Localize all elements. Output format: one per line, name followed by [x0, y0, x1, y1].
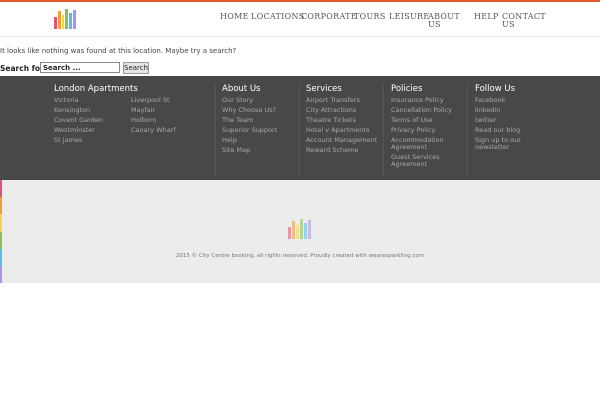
footer-link-our-story[interactable]: Our Story	[222, 97, 253, 104]
footer-link-superior-support[interactable]: Superior Support	[222, 127, 277, 134]
footer-link-account-management[interactable]: Account Management	[306, 137, 377, 144]
footer-link-canary-wharf[interactable]: Canary Wharf	[131, 127, 176, 134]
footer-link-the-team[interactable]: The Team	[222, 117, 253, 124]
footer-link-guest-services-agreement[interactable]: Guest Services Agreement	[391, 154, 451, 168]
footer-link-facebook[interactable]: Facebook	[475, 97, 506, 104]
search-button[interactable]: Search	[123, 62, 149, 74]
footer-divider	[383, 84, 384, 176]
nav-contact-us[interactable]: CONTACT US	[502, 13, 546, 29]
footer-link-newsletter[interactable]: Sign up to our newsletter	[475, 137, 533, 151]
footer-link-twitter[interactable]: twitter	[475, 117, 496, 124]
footer-logo	[288, 219, 312, 239]
footer-link-hotel-v-apartments[interactable]: Hotel v Apartments	[306, 127, 369, 134]
footer-link-why-choose-us[interactable]: Why Choose Us?	[222, 107, 276, 114]
footer-heading-about-us: About Us	[222, 84, 261, 94]
footer-link-theatre-tickets[interactable]: Theatre Tickets	[306, 117, 356, 124]
footer-link-accommodation-agreement[interactable]: Accommodation Agreement	[391, 137, 451, 151]
nav-home[interactable]: HOME	[220, 13, 249, 21]
search-input[interactable]	[40, 62, 120, 73]
footer-link-airport-transfers[interactable]: Airport Transfers	[306, 97, 360, 104]
nav-locations[interactable]: LOCATIONS	[251, 13, 305, 21]
footer-link-insurance-policy[interactable]: Insurance Policy	[391, 97, 444, 104]
footer-heading-follow-us: Follow Us	[475, 84, 516, 94]
footer-heading-policies: Policies	[391, 84, 423, 94]
footer-link-liverpool-st[interactable]: Liverpool St	[131, 97, 170, 104]
city-centre-booking-logo[interactable]	[54, 9, 76, 29]
footer-heading-london-apartments: London Apartments	[54, 84, 138, 94]
footer-link-kensington[interactable]: Kensington	[54, 107, 90, 114]
footer-link-victoria[interactable]: Victoria	[54, 97, 79, 104]
footer-link-read-our-blog[interactable]: Read our blog	[475, 127, 520, 134]
footer-link-reward-scheme[interactable]: Reward Scheme	[306, 147, 358, 154]
footer-link-cancellation-policy[interactable]: Cancellation Policy	[391, 107, 452, 114]
footer-column-services: Services Airport Transfers City Attracti…	[306, 84, 384, 176]
footer-link-site-map[interactable]: Site Map	[222, 147, 250, 154]
footer-column-about-us: About Us Our Story Why Choose Us? The Te…	[222, 84, 300, 176]
footer-link-terms-of-use[interactable]: Terms of Use	[391, 117, 433, 124]
footer-link-westminster[interactable]: Westminster	[54, 127, 95, 134]
footer-heading-services: Services	[306, 84, 342, 94]
footer-link-covent-garden[interactable]: Covent Garden	[54, 117, 103, 124]
footer-link-privacy-policy[interactable]: Privacy Policy	[391, 127, 435, 134]
footer-divider	[299, 84, 300, 176]
color-strip-decoration	[0, 180, 2, 284]
footer-column-london-apartments: London Apartments Victoria Kensington Co…	[54, 84, 214, 176]
footer-link-help[interactable]: Help	[222, 137, 237, 144]
footer-divider	[215, 84, 216, 176]
footer-divider	[467, 84, 468, 176]
nav-help[interactable]: HELP	[474, 13, 499, 21]
site-footer: London Apartments Victoria Kensington Co…	[0, 76, 600, 180]
footer-column-follow-us: Follow Us Facebook linkedin twitter Read…	[475, 84, 555, 176]
site-header: HOME LOCATIONS CORPORATE TOURS LEISURE A…	[0, 2, 600, 37]
copyright-text: 2015 © City Centre booking, all rights r…	[175, 253, 425, 259]
nav-about-us[interactable]: ABOUT US	[428, 13, 460, 29]
footer-link-linkedin[interactable]: linkedin	[475, 107, 500, 114]
nav-leisure[interactable]: LEISURE	[389, 13, 430, 21]
footer-column-policies: Policies Insurance Policy Cancellation P…	[391, 84, 463, 176]
footer-link-holborn[interactable]: Holborn	[131, 117, 156, 124]
footer-link-mayfair[interactable]: Mayfair	[131, 107, 155, 114]
nav-tours[interactable]: TOURS	[354, 13, 386, 21]
footer-link-city-attractions[interactable]: City Attractions	[306, 107, 356, 114]
nav-corporate[interactable]: CORPORATE	[301, 13, 357, 21]
footer-link-st-james[interactable]: St james	[54, 137, 82, 144]
not-found-message: It looks like nothing was found at this …	[0, 47, 237, 55]
